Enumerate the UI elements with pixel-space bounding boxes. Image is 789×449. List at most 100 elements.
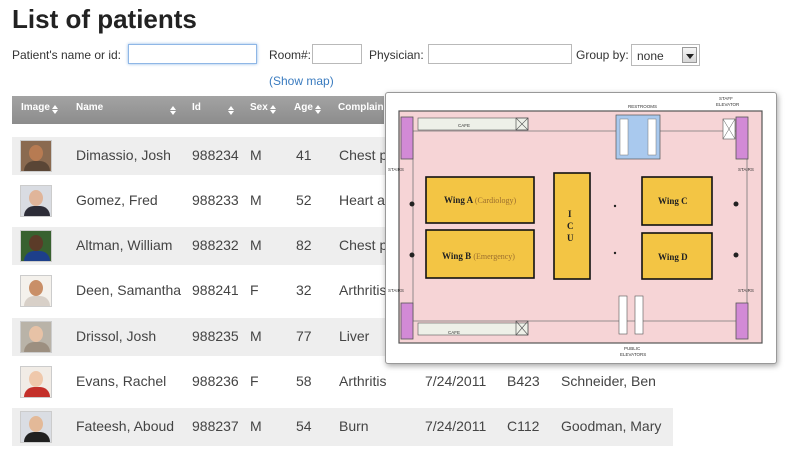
physician-input[interactable]: [428, 44, 572, 64]
sort-icon[interactable]: [170, 106, 176, 115]
stairs-label: STAIRS: [388, 167, 404, 172]
column-header-complaint[interactable]: Complain: [338, 102, 384, 113]
admit-date: 7/24/2011: [425, 418, 487, 434]
wing-c-label: Wing C: [658, 196, 688, 206]
patient-age: 58: [296, 373, 312, 389]
photo-body: [24, 296, 50, 306]
column-header-name[interactable]: Name: [76, 102, 103, 113]
patient-sex: F: [250, 282, 259, 298]
stairs-label: STAIRS: [388, 288, 404, 293]
photo-body: [24, 161, 50, 171]
group-by-select[interactable]: none: [631, 44, 700, 66]
patient-sex: M: [250, 192, 262, 208]
patient-age: 54: [296, 418, 312, 434]
patient-id: 988236: [192, 373, 239, 389]
patient-name: Altman, William: [76, 237, 173, 253]
photo-body: [24, 206, 50, 216]
icu-label-u: U: [567, 233, 574, 243]
patient-name: Evans, Rachel: [76, 373, 167, 389]
patient-photo: [20, 230, 52, 262]
sort-icon[interactable]: [51, 105, 58, 115]
patient-sex: M: [250, 237, 262, 253]
wing-b-label: Wing B (Emergency): [442, 251, 515, 261]
patient-photo: [20, 321, 52, 353]
physician-filter-label: Physician:: [369, 48, 424, 62]
patient-id: 988234: [192, 147, 239, 163]
sort-icon[interactable]: [228, 106, 234, 115]
patient-id: 988235: [192, 328, 239, 344]
patient-sex: F: [250, 373, 259, 389]
restrooms-label: RESTROOMS: [628, 104, 657, 109]
patient-photo: [20, 275, 52, 307]
table-row[interactable]: Fateesh, Aboud 988237 M 54 Burn 7/24/201…: [12, 408, 673, 446]
staff-elevator-label: STAFF: [719, 96, 733, 101]
column-header-age[interactable]: Age: [294, 102, 321, 115]
patient-complaint: Arthritis: [339, 282, 387, 298]
patient-age: 52: [296, 192, 312, 208]
stairs-block: [735, 116, 749, 160]
patient-name: Deen, Samantha: [76, 282, 182, 298]
patient-complaint: Arthritis: [339, 373, 387, 389]
patient-sex: M: [250, 328, 262, 344]
photo-head: [29, 416, 43, 432]
stairs-block: [400, 116, 414, 160]
physician-name: Goodman, Mary: [561, 418, 662, 434]
column-header-image[interactable]: Image: [21, 102, 58, 115]
patient-name: Drissol, Josh: [76, 328, 157, 344]
floor-map: STAIRS STAIRS STAIRS STAIRS CAFE CAFE RE…: [388, 96, 763, 357]
patient-id: 988237: [192, 418, 239, 434]
wing-d-label: Wing D: [658, 252, 688, 262]
photo-body: [24, 251, 50, 261]
cafe-area: [417, 322, 529, 336]
stairs-label: STAIRS: [738, 167, 754, 172]
show-map-link[interactable]: (Show map): [269, 74, 334, 88]
stairs-label: STAIRS: [738, 288, 754, 293]
room-filter-label: Room#:: [269, 48, 312, 62]
page-title: List of patients: [12, 4, 197, 34]
patient-id: 988233: [192, 192, 239, 208]
column-header-sex[interactable]: Sex: [250, 102, 276, 115]
group-by-label: Group by:: [576, 48, 629, 62]
name-search-input[interactable]: [128, 44, 257, 64]
patient-complaint: Chest p: [339, 237, 388, 253]
photo-body: [24, 432, 50, 442]
sort-icon[interactable]: [269, 105, 276, 115]
patient-age: 82: [296, 237, 312, 253]
table-row[interactable]: Evans, Rachel 988236 F 58 Arthritis 7/24…: [12, 363, 673, 401]
floor-map-popup[interactable]: STAIRS STAIRS STAIRS STAIRS CAFE CAFE RE…: [385, 92, 777, 364]
patient-complaint: Burn: [339, 418, 369, 434]
patient-name: Gomez, Fred: [76, 192, 158, 208]
patient-id: 988232: [192, 237, 239, 253]
photo-head: [29, 371, 43, 387]
photo-body: [24, 387, 50, 397]
patient-complaint: Liver: [339, 328, 370, 344]
admit-date: 7/24/2011: [425, 373, 487, 389]
door-marker: [733, 252, 739, 258]
cafe-label: CAFE: [448, 330, 460, 335]
public-elevators-label: PUBLIC: [624, 346, 641, 351]
staff-elevator-label: ELEVATOR: [716, 102, 740, 107]
door-marker: [613, 204, 617, 208]
column-header-id[interactable]: Id: [192, 102, 201, 113]
photo-head: [29, 280, 43, 296]
stairs-block: [400, 302, 414, 340]
dropdown-arrow-icon[interactable]: [682, 47, 697, 63]
cafe-label: CAFE: [458, 123, 470, 128]
cafe-area: [417, 117, 529, 131]
patient-age: 77: [296, 328, 312, 344]
photo-head: [29, 190, 43, 206]
patient-sex: M: [250, 147, 262, 163]
icu-label-c: C: [567, 221, 574, 231]
patient-complaint: Chest p: [339, 147, 388, 163]
room-input[interactable]: [312, 44, 362, 64]
room-number: C112: [507, 418, 540, 434]
public-elevator: [618, 295, 628, 335]
wing-a-label: Wing A (Cardiology): [444, 195, 517, 205]
patient-photo: [20, 185, 52, 217]
sort-icon[interactable]: [314, 105, 321, 115]
patient-age: 41: [296, 147, 312, 163]
public-elevator: [634, 295, 644, 335]
door-marker: [733, 201, 739, 207]
photo-head: [29, 145, 43, 161]
room-number: B423: [507, 373, 540, 389]
